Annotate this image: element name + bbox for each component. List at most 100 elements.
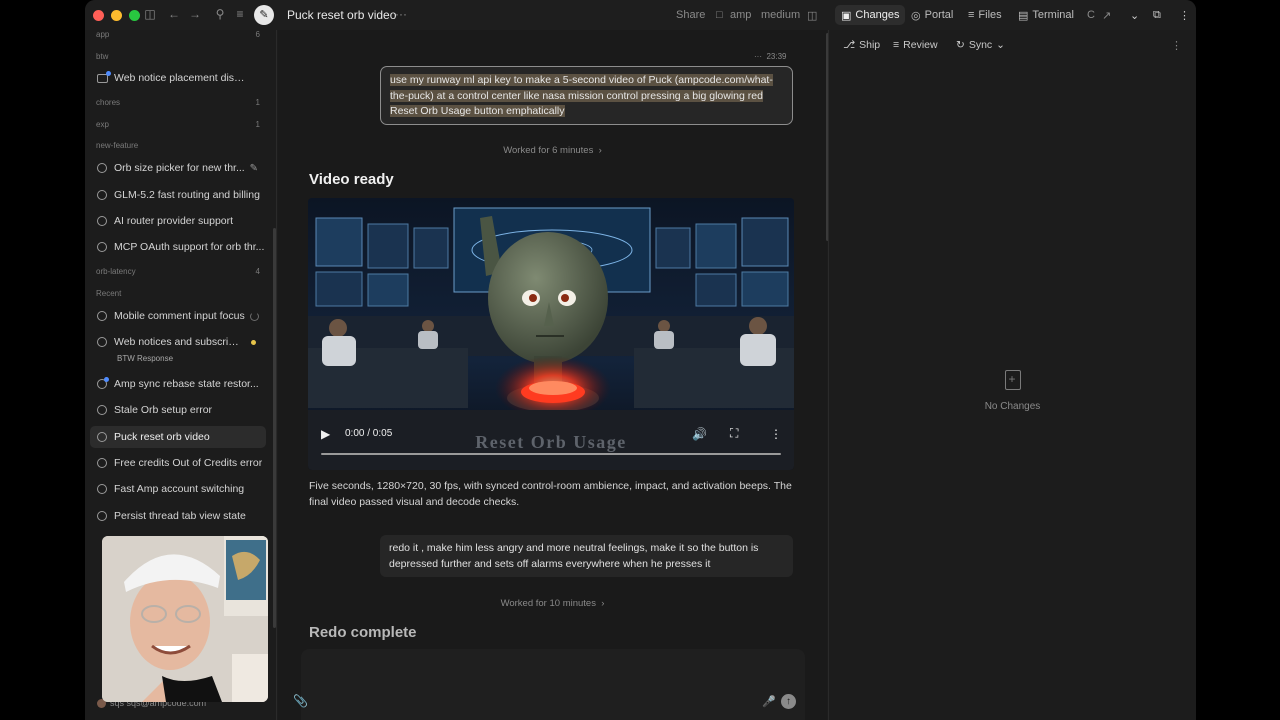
- tab-overflow-icon[interactable]: C: [1087, 9, 1095, 21]
- thread-status-icon: [97, 190, 107, 200]
- group-chores[interactable]: chores 1: [96, 98, 260, 107]
- fullscreen-icon[interactable]: ⛶: [730, 426, 738, 441]
- attach-paperclip-icon[interactable]: 📎: [293, 694, 308, 708]
- sidebar-item-glm-routing[interactable]: GLM-5.2 fast routing and billing: [90, 184, 266, 206]
- message-menu-icon[interactable]: ···: [754, 52, 762, 61]
- message-meta: ··· 23:39: [754, 52, 786, 61]
- video-progress-bar[interactable]: [321, 453, 781, 455]
- thread-status-icon: [97, 216, 107, 226]
- panel-menu-icon[interactable]: ⋮: [1171, 39, 1182, 52]
- search-icon[interactable]: ⚲: [212, 7, 228, 21]
- minimize-window-button[interactable]: [111, 9, 122, 21]
- video-menu-icon[interactable]: ⋮: [770, 427, 782, 441]
- sidebar-item-ai-router[interactable]: AI router provider support: [90, 210, 266, 232]
- repo-selector[interactable]: amp: [730, 9, 751, 21]
- thread-status-icon: [97, 377, 109, 389]
- sidebar-item-web-notices[interactable]: Web notices and subscript...: [90, 331, 266, 353]
- tab-changes[interactable]: ▣ Changes: [835, 5, 906, 25]
- chevron-right-icon: ›: [598, 598, 605, 609]
- ship-button[interactable]: ⎇ Ship: [843, 39, 880, 51]
- sidebar-item-label: Mobile comment input focus: [114, 310, 245, 322]
- group-count: 1: [255, 120, 260, 129]
- tab-portal-label: Portal: [924, 9, 954, 21]
- video-timestamp: 0:00 / 0:05: [345, 428, 393, 439]
- tab-files[interactable]: ≡ Files: [962, 5, 1008, 25]
- sidebar-item-fast-account[interactable]: Fast Amp account switching: [90, 478, 266, 500]
- sync-button[interactable]: ↻ Sync ⌄: [956, 39, 1005, 51]
- response-text: Five seconds, 1280×720, 30 fps, with syn…: [309, 480, 792, 508]
- new-thread-button[interactable]: ✎: [254, 5, 274, 25]
- worked-duration[interactable]: Worked for 6 minutes ›: [278, 145, 827, 156]
- group-recent: Recent: [96, 289, 260, 298]
- chevron-right-icon: ›: [595, 145, 602, 156]
- repo-icon: □: [716, 9, 723, 21]
- forward-arrow-icon[interactable]: →: [187, 7, 203, 21]
- tab-portal[interactable]: ◎ Portal: [905, 5, 959, 25]
- more-menu-icon[interactable]: ⋮: [1179, 9, 1190, 22]
- group-app[interactable]: app 6: [96, 30, 260, 39]
- thread-status-icon: [97, 242, 107, 252]
- worked-label: Worked for 10 minutes: [500, 598, 596, 609]
- microphone-icon[interactable]: 🎤: [762, 695, 776, 708]
- thread-status-icon: [97, 432, 107, 442]
- portal-icon: ◎: [911, 9, 921, 22]
- sidebar-item-label: Web notice placement distinct...: [114, 72, 246, 84]
- group-count: 6: [255, 30, 260, 39]
- group-orb-latency[interactable]: orb-latency 4: [96, 267, 260, 276]
- presenter-image: [102, 536, 268, 702]
- sidebar-item-mobile-comment[interactable]: Mobile comment input focus: [90, 305, 266, 327]
- close-window-button[interactable]: [93, 9, 104, 21]
- send-button[interactable]: ↑: [781, 694, 796, 709]
- worked-duration[interactable]: Worked for 10 minutes ›: [278, 598, 827, 609]
- sidebar-item-amp-sync[interactable]: Amp sync rebase state restor...: [90, 373, 266, 395]
- thread-menu-button[interactable]: ···: [395, 7, 407, 21]
- sync-icon: ↻: [956, 39, 965, 51]
- share-button[interactable]: Share: [676, 9, 705, 21]
- sidebar-item-mcp-oauth[interactable]: MCP OAuth support for orb thr...: [90, 236, 266, 258]
- worked-label: Worked for 6 minutes: [503, 145, 594, 156]
- webcam-overlay: [102, 536, 268, 702]
- group-new-feature[interactable]: new-feature: [96, 141, 260, 150]
- message-composer[interactable]: 📎 🎤 ↑: [293, 649, 805, 720]
- video-player[interactable]: Reset Orb Usage ▶ 0:00 / 0:05 🔊 ⛶ ⋮: [308, 198, 794, 470]
- back-arrow-icon[interactable]: ←: [166, 7, 182, 21]
- sidebar-item-orb-size-picker[interactable]: Orb size picker for new thr... ✎: [90, 157, 266, 179]
- sidebar-item-label: Free credits Out of Credits error: [114, 457, 263, 469]
- chat-panel: ··· 23:39 use my runway ml api key to ma…: [278, 30, 880, 720]
- group-label: new-feature: [96, 141, 139, 150]
- response-heading: Video ready: [309, 171, 394, 188]
- sidebar-item-free-credits[interactable]: Free credits Out of Credits error: [90, 452, 266, 474]
- sidebar-item-label: Puck reset orb video: [114, 431, 210, 443]
- sidebar-item-label: AI router provider support: [114, 215, 234, 227]
- message-time: 23:39: [766, 52, 787, 61]
- sidebar-item-label: Orb size picker for new thr...: [114, 162, 245, 174]
- expand-icon[interactable]: ↗: [1102, 9, 1111, 22]
- mode-selector[interactable]: medium: [761, 9, 800, 21]
- group-exp[interactable]: exp 1: [96, 120, 260, 129]
- tab-terminal[interactable]: ▤ Terminal: [1012, 5, 1080, 25]
- ship-icon: ⎇: [843, 39, 856, 51]
- window-controls: [93, 9, 140, 21]
- sidebar-toggle-icon[interactable]: ◫: [142, 7, 158, 21]
- user-message[interactable]: redo it , make him less angry and more n…: [380, 535, 793, 577]
- review-button[interactable]: ≡ Review: [893, 39, 938, 51]
- play-icon[interactable]: ▶: [321, 427, 330, 441]
- edit-pencil-icon[interactable]: ✎: [250, 163, 258, 174]
- chevron-down-icon[interactable]: ⌄: [1130, 9, 1139, 22]
- sidebar-item-stale-orb[interactable]: Stale Orb setup error: [90, 399, 266, 421]
- group-btw[interactable]: btw: [96, 52, 260, 61]
- console-label: Reset Orb Usage: [475, 432, 626, 452]
- panel-toggle-icon[interactable]: ◫: [807, 9, 817, 22]
- sidebar-item-label: Fast Amp account switching: [114, 483, 245, 495]
- chevron-down-icon: ⌄: [996, 39, 1005, 51]
- sidebar-item-persist-tab[interactable]: Persist thread tab view state: [90, 505, 266, 527]
- zoom-window-button[interactable]: [129, 9, 140, 21]
- sidebar-scrollbar[interactable]: [273, 228, 276, 628]
- volume-icon[interactable]: 🔊: [692, 427, 707, 441]
- external-window-icon[interactable]: ⧉: [1153, 9, 1161, 22]
- user-message[interactable]: use my runway ml api key to make a 5-sec…: [380, 66, 793, 125]
- sidebar-item-web-notice-placement[interactable]: Web notice placement distinct...: [90, 67, 266, 89]
- changes-icon: ▣: [841, 9, 852, 22]
- filter-icon[interactable]: ≡: [232, 7, 248, 21]
- sidebar-item-puck-reset[interactable]: Puck reset orb video: [90, 426, 266, 448]
